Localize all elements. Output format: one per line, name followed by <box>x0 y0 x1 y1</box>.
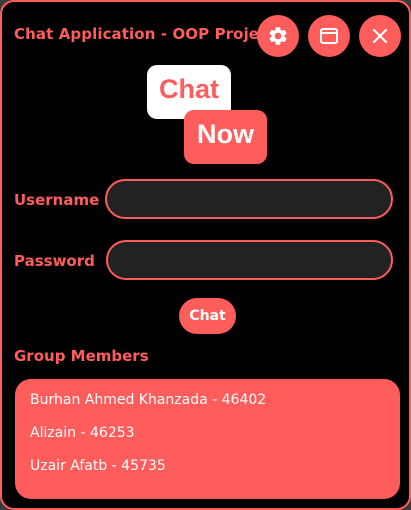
settings-button[interactable] <box>257 15 299 57</box>
close-icon <box>371 27 389 45</box>
window-title: Chat Application - OOP Project <box>14 25 276 43</box>
maximize-button[interactable] <box>308 15 350 57</box>
app-window: Chat Application - OOP Project Chat Now … <box>0 0 411 510</box>
maximize-icon <box>319 26 339 46</box>
password-input[interactable] <box>106 240 393 280</box>
list-item: Alizain - 46253 <box>30 425 135 441</box>
logo-now: Now <box>184 110 267 164</box>
username-input[interactable] <box>105 179 393 219</box>
members-list: Burhan Ahmed Khanzada - 46402 Alizain - … <box>15 379 400 499</box>
list-item: Burhan Ahmed Khanzada - 46402 <box>30 392 267 408</box>
password-label: Password <box>14 252 95 270</box>
chat-button[interactable]: Chat <box>179 298 236 334</box>
group-members-heading: Group Members <box>14 347 149 365</box>
close-button[interactable] <box>359 15 401 57</box>
username-label: Username <box>14 191 100 209</box>
list-item: Uzair Afatb - 45735 <box>30 458 166 474</box>
gear-icon <box>267 25 289 47</box>
